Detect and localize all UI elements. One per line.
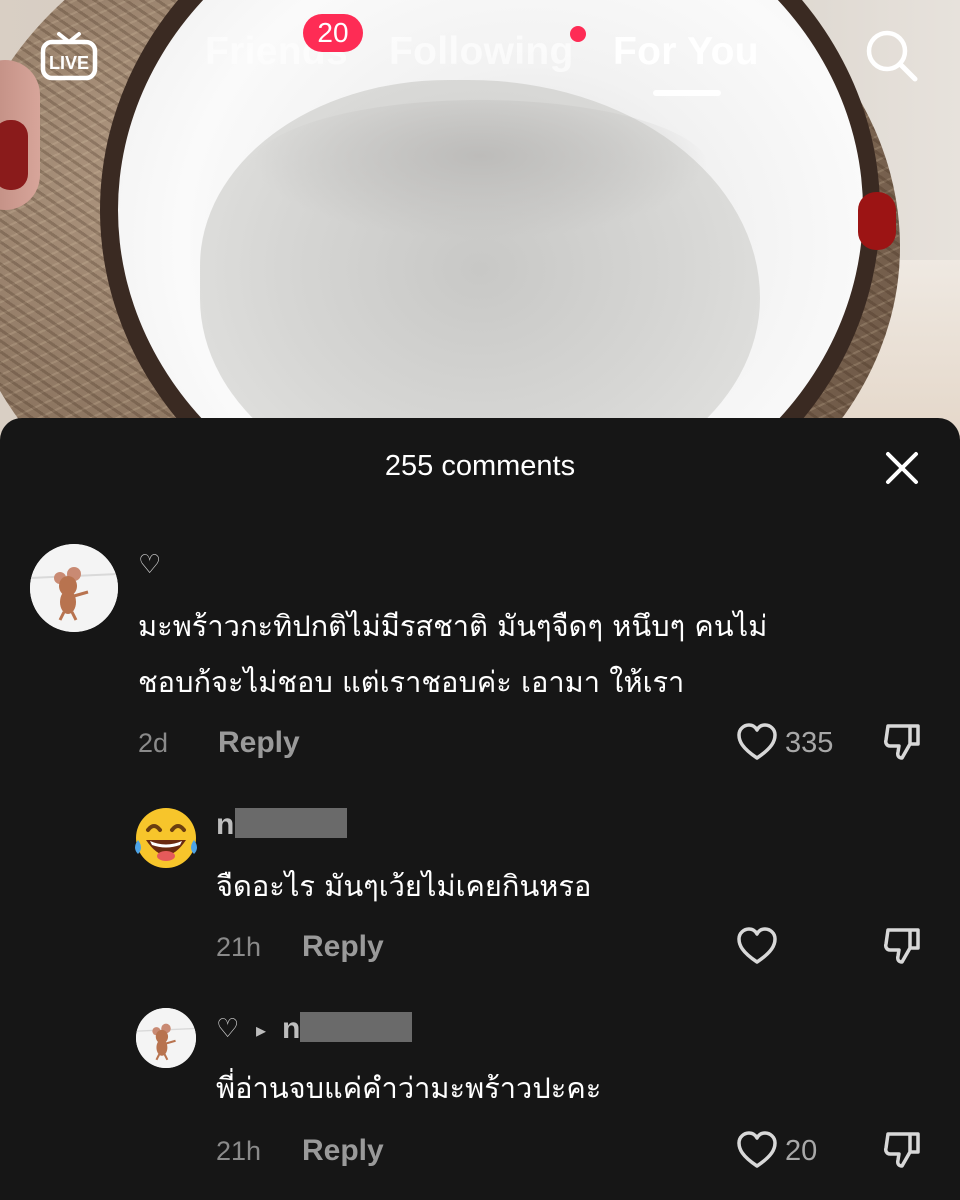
mouse-cartoon-avatar [136,1008,196,1068]
dislike-icon[interactable] [882,1130,922,1170]
comment-timestamp: 21h [216,932,262,962]
live-tv-icon[interactable]: LIVE [40,24,98,82]
reply-button[interactable]: Reply [218,726,300,760]
active-tab-indicator [653,90,721,96]
dislike-icon[interactable] [882,926,922,966]
like-count: 335 [785,727,834,759]
heart-icon[interactable] [736,722,778,762]
comment-text: พี่อ่านจบแค่คำว่ามะพร้าวปะคะ [216,1071,602,1105]
fingernail [858,192,896,250]
comment-timestamp: 2d [138,728,169,758]
creator-liked-heart-icon: ♡ [138,550,162,580]
heart-icon[interactable] [736,1130,778,1170]
tab-following[interactable]: Following [389,30,574,74]
fingernail [0,120,28,190]
creator-liked-heart-icon: ♡ [216,1014,240,1044]
comment-author-name[interactable]: n [216,808,234,842]
reply-button[interactable]: Reply [302,930,384,964]
reply-to-username[interactable]: n [282,1012,300,1046]
comment-text: จืดอะไร มันๆเว้ยไม่เคยกินหรอ [216,869,592,903]
comment-text-line: ชอบก้จะไม่ชอบ แต่เราชอบค่ะ เอามา ให้เรา [138,665,685,699]
avatar[interactable] [30,544,118,632]
like-count: 20 [785,1135,818,1167]
following-new-dot [570,26,586,42]
comment-text-line: มะพร้าวกะทิปกติไม่มีรสชาติ มันๆจืดๆ หนึบ… [138,609,768,643]
comment-timestamp: 21h [216,1136,262,1166]
comment-text: มะพร้าวกะทิปกติไม่มีรสชาติ มันๆจืดๆ หนึบ… [138,598,938,710]
tab-for-you[interactable]: For You [613,30,759,74]
svg-text:LIVE: LIVE [49,53,89,73]
heart-icon[interactable] [736,926,778,966]
avatar[interactable] [136,1008,196,1068]
laughing-emoji-icon[interactable] [130,800,202,872]
reply-button[interactable]: Reply [302,1134,384,1168]
comments-panel: 255 comments ♡ มะพร้าวกะทิปกติไม่มีรสชาต… [0,418,960,1200]
friends-notification-badge: 20 [303,14,363,52]
reply-to-arrow-icon: ▸ [256,1018,267,1042]
redacted-username [235,808,347,838]
top-navigation: LIVE Friends 20 Following For You [0,0,960,110]
mouse-cartoon-avatar [30,544,118,632]
search-icon[interactable] [862,26,920,84]
comments-count-title: 255 comments [384,450,576,482]
redacted-username [300,1012,412,1042]
dislike-icon[interactable] [882,722,922,762]
close-icon[interactable] [882,448,922,488]
coconut-cavity-shade [250,100,710,240]
